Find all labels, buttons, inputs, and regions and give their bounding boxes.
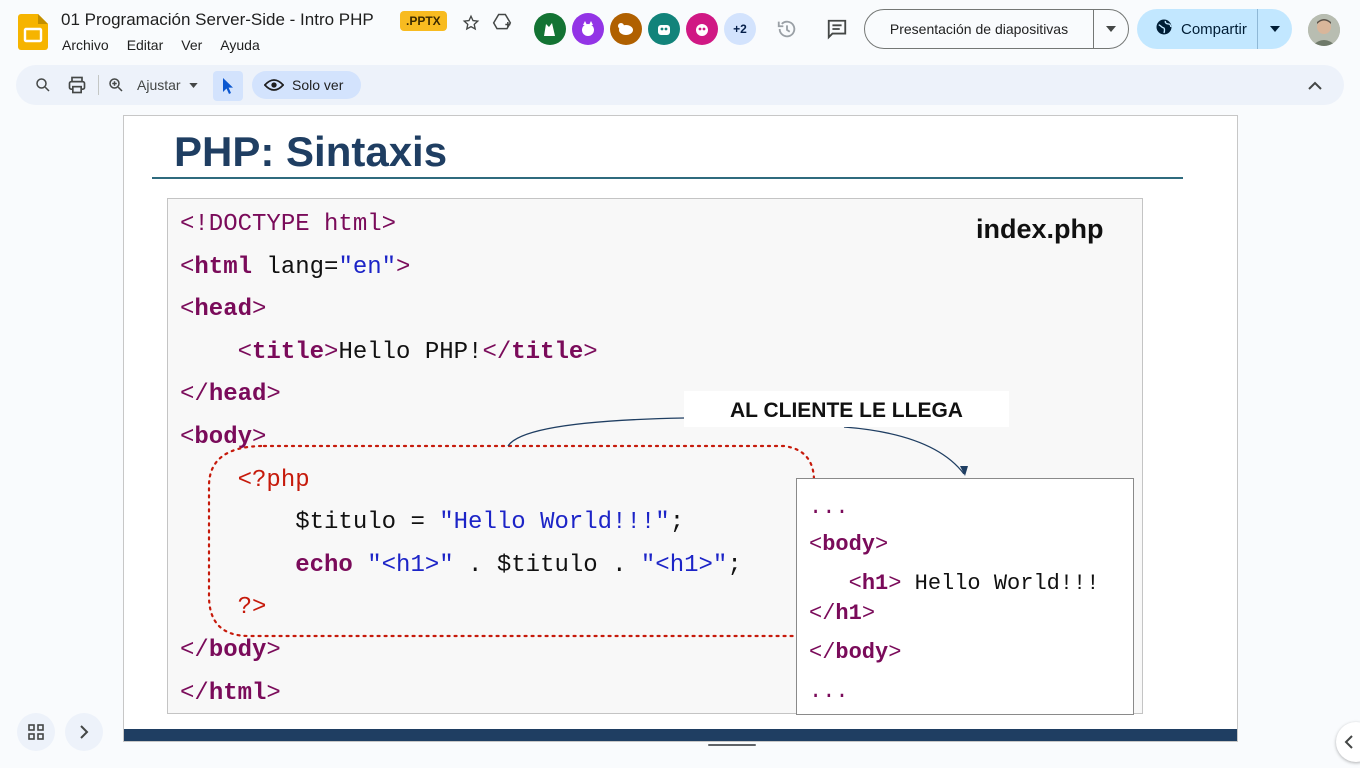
print-icon[interactable] [67, 65, 87, 105]
share-button[interactable]: Compartir [1137, 9, 1292, 49]
search-icon[interactable] [34, 65, 52, 105]
menu-bar: Archivo Editar Ver Ayuda [62, 37, 278, 53]
grid-view-icon[interactable] [17, 713, 55, 751]
expand-filmstrip-icon[interactable] [65, 713, 103, 751]
client-receives-label: AL CLIENTE LE LLEGA [684, 391, 1009, 427]
zoom-icon[interactable] [107, 65, 125, 105]
output-line: </h1> [809, 601, 876, 626]
view-toolbar: Ajustar Solo ver [16, 65, 1344, 105]
slide-canvas: PHP: Sintaxis index.php <!DOCTYPE html> … [123, 115, 1238, 742]
collaborator-avatar[interactable] [648, 13, 680, 45]
collaborator-avatars: +2 [534, 13, 756, 45]
menu-ver[interactable]: Ver [181, 37, 202, 53]
slide-footer-band [124, 729, 1237, 741]
collapse-toolbar-icon[interactable] [1308, 65, 1322, 105]
chevron-down-icon[interactable] [1094, 26, 1128, 32]
side-panel-toggle-icon[interactable] [1336, 722, 1360, 762]
menu-editar[interactable]: Editar [127, 37, 164, 53]
star-icon[interactable] [460, 12, 482, 34]
output-line: <body> [809, 532, 889, 557]
collaborator-avatar[interactable] [686, 13, 718, 45]
file-type-badge: .PPTX [400, 11, 447, 31]
zoom-select[interactable]: Ajustar [137, 65, 198, 105]
globe-icon [1155, 18, 1173, 40]
chevron-down-icon[interactable] [1258, 26, 1292, 32]
account-avatar[interactable] [1308, 14, 1340, 46]
collaborator-avatar[interactable] [572, 13, 604, 45]
collaborator-avatar[interactable] [610, 13, 642, 45]
resize-handle[interactable] [708, 744, 756, 746]
output-line: </body> [809, 640, 902, 665]
collaborator-avatar[interactable] [534, 13, 566, 45]
slideshow-button[interactable]: Presentación de diapositivas [864, 9, 1129, 49]
chevron-down-icon [188, 82, 198, 88]
view-only-chip[interactable]: Solo ver [252, 71, 362, 99]
move-to-drive-icon[interactable] [491, 11, 513, 33]
output-line: ... [809, 495, 849, 520]
version-history-icon[interactable] [775, 17, 799, 41]
client-output-panel: ... <body> <h1> Hello World!!! </h1> </b… [796, 478, 1134, 715]
menu-archivo[interactable]: Archivo [62, 37, 109, 53]
output-line: <h1> Hello World!!! [848, 571, 1100, 596]
share-label: Compartir [1181, 20, 1247, 38]
menu-ayuda[interactable]: Ayuda [220, 37, 259, 53]
more-collaborators-badge[interactable]: +2 [724, 13, 756, 45]
output-line: ... [809, 679, 849, 704]
eye-icon [264, 79, 284, 91]
select-cursor-icon[interactable] [213, 71, 243, 101]
share-label-group[interactable]: Compartir [1137, 9, 1258, 49]
comments-icon[interactable] [825, 17, 849, 41]
zoom-label: Ajustar [137, 77, 181, 93]
document-title[interactable]: 01 Programación Server-Side - Intro PHP [61, 10, 374, 30]
view-only-label: Solo ver [292, 77, 344, 93]
slides-logo-icon[interactable] [18, 14, 48, 50]
slideshow-label[interactable]: Presentación de diapositivas [865, 10, 1094, 48]
